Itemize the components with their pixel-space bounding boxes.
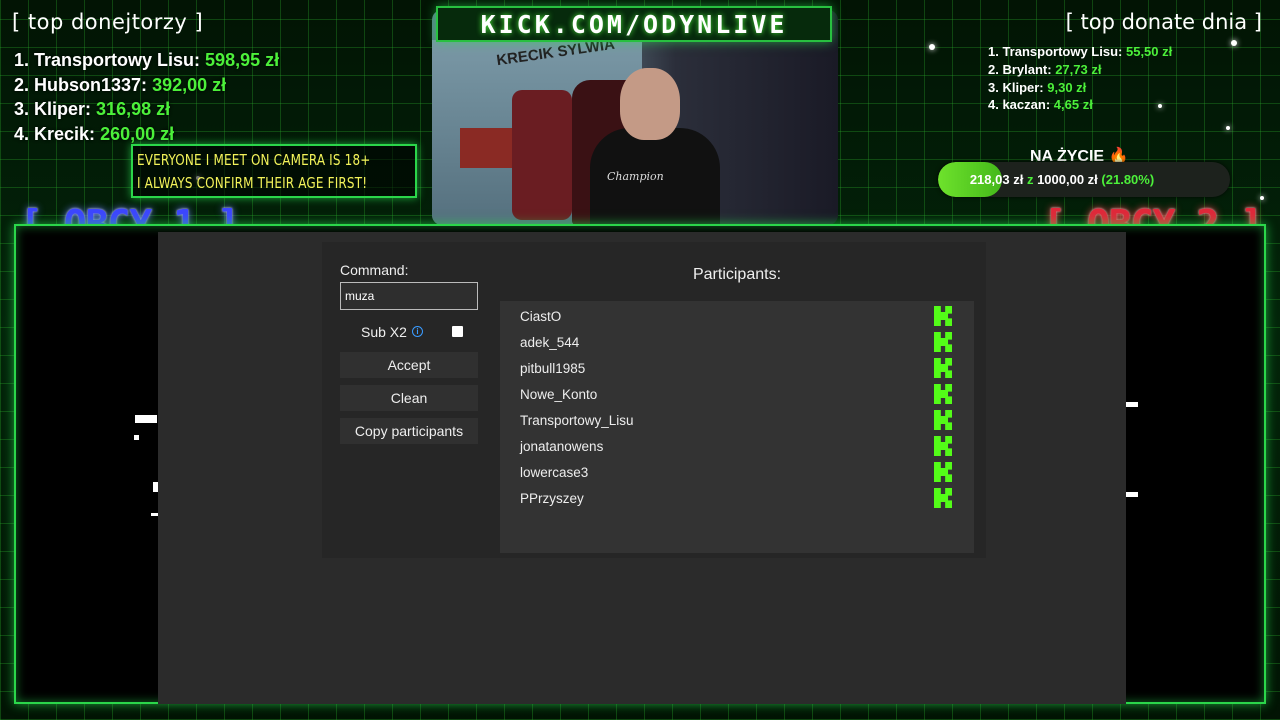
top-donate-day-list: 1. Transportowy Lisu: 55,50 zł 2. Brylan… xyxy=(988,43,1172,114)
participant-name: Nowe_Konto xyxy=(520,387,598,402)
donor-row: 3. Kliper: 316,98 zł xyxy=(14,97,279,122)
kick-icon xyxy=(934,358,952,378)
goal-current: 218,03 zł xyxy=(969,172,1024,187)
kick-icon xyxy=(934,436,952,456)
command-label: Command: xyxy=(340,262,409,278)
donor-name: 3. Kliper: xyxy=(14,99,92,119)
participants-title: Participants: xyxy=(692,266,782,283)
participant-name: lowercase3 xyxy=(520,465,589,480)
kick-icon xyxy=(934,306,952,326)
star-decoration xyxy=(1231,40,1237,46)
clean-button[interactable]: Clean xyxy=(340,385,478,411)
donate-amount: 55,50 zł xyxy=(1125,44,1173,59)
donate-name: 2. Brylant: xyxy=(988,61,1052,77)
donor-amount: 392,00 zł xyxy=(152,74,227,95)
glitch-decoration xyxy=(135,415,157,423)
participant-name: adek_544 xyxy=(520,335,580,350)
donate-name: 4. kaczan: xyxy=(988,97,1051,113)
kick-icon xyxy=(934,410,952,430)
donor-amount: 598,95 zł xyxy=(205,50,280,70)
donor-amount: 260,00 zł xyxy=(100,123,175,144)
top-donors-title: [ top donejtorzy ] xyxy=(12,10,204,34)
donor-amount: 316,98 zł xyxy=(96,99,171,119)
cam-shirt-logo: Champion xyxy=(607,170,664,183)
donate-amount: 9,30 zł xyxy=(1047,79,1087,95)
top-donors-list: 1. Transportowy Lisu: 598,95 zł 2. Hubso… xyxy=(14,48,279,146)
info-icon[interactable]: i xyxy=(412,326,423,337)
star-decoration xyxy=(1260,196,1264,200)
star-decoration xyxy=(1226,126,1230,130)
sub-x2-checkbox[interactable] xyxy=(452,326,463,337)
disclaimer-line-1: EVERYONE I MEET ON CAMERA IS 18+ xyxy=(137,151,371,169)
participant-name: CiastO xyxy=(520,309,562,324)
donate-amount: 27,73 zł xyxy=(1055,61,1102,77)
donate-row: 1. Transportowy Lisu: 55,50 zł xyxy=(988,43,1172,61)
donate-row: 3. Kliper: 9,30 zł xyxy=(988,79,1172,97)
kick-icon xyxy=(934,462,952,482)
command-input[interactable] xyxy=(340,282,478,310)
star-decoration xyxy=(929,44,935,50)
donor-name: 2. Hubson1337: xyxy=(14,74,148,95)
participant-name: pitbull1985 xyxy=(520,361,586,376)
donate-amount: 4,65 zł xyxy=(1053,97,1093,113)
sub-x2-label: Sub X2 xyxy=(361,324,407,340)
glitch-decoration xyxy=(134,435,139,440)
donor-row: 1. Transportowy Lisu: 598,95 zł xyxy=(14,48,279,73)
kick-icon xyxy=(934,384,952,404)
accept-button[interactable]: Accept xyxy=(340,352,478,378)
cam-object xyxy=(460,128,515,168)
copy-participants-button[interactable]: Copy participants xyxy=(340,418,478,444)
donor-row: 2. Hubson1337: 392,00 zł xyxy=(14,73,279,98)
sub-x2-row: Sub X2 i xyxy=(340,322,478,342)
participants-list: CiastO adek_544 pitbull1985 Nowe_Konto T… xyxy=(500,301,974,553)
participant-name: Transportowy_Lisu xyxy=(520,413,634,428)
participant-row: jonatanowens xyxy=(500,433,974,459)
top-donate-day-title: [ top donate dnia ] xyxy=(1065,10,1262,34)
kick-icon xyxy=(934,488,952,508)
participant-row: PPrzyszey xyxy=(500,485,974,511)
participant-row: adek_544 xyxy=(500,329,974,355)
participant-row: CiastO xyxy=(500,303,974,329)
donate-row: 4. kaczan: 4,65 zł xyxy=(988,96,1172,114)
disclaimer-line-2: I ALWAYS CONFIRM THEIR AGE FIRST! xyxy=(137,174,368,192)
cam-person-head xyxy=(620,68,680,140)
goal-percent: (21.80%) xyxy=(1101,172,1155,187)
channel-url: KICK.COM/ODYNLIVE xyxy=(480,9,788,39)
participant-row: Transportowy_Lisu xyxy=(500,407,974,433)
goal-progress-bar: 218,03 zł z 1000,00 zł (21.80%) xyxy=(938,162,1230,197)
age-disclaimer: EVERYONE I MEET ON CAMERA IS 18+ I ALWAY… xyxy=(131,144,417,198)
donor-name: 4. Krecik: xyxy=(14,123,96,144)
participant-row: Nowe_Konto xyxy=(500,381,974,407)
goal-sep: z xyxy=(1026,172,1034,187)
kick-icon xyxy=(934,332,952,352)
glitch-decoration xyxy=(1126,402,1138,407)
donor-row: 4. Krecik: 260,00 zł xyxy=(14,122,279,147)
cam-chair xyxy=(512,90,572,220)
donor-name: 1. Transportowy Lisu: xyxy=(14,50,201,70)
participant-name: PPrzyszey xyxy=(520,491,584,506)
channel-banner: KICK.COM/ODYNLIVE xyxy=(436,6,832,42)
glitch-decoration xyxy=(1126,492,1138,497)
participant-name: jonatanowens xyxy=(520,439,604,454)
webcam-feed: KRECIK SYLWIA Champion xyxy=(432,10,838,225)
donate-name: 3. Kliper: xyxy=(988,79,1044,95)
donate-row: 2. Brylant: 27,73 zł xyxy=(988,61,1172,79)
participant-row: pitbull1985 xyxy=(500,355,974,381)
donate-name: 1. Transportowy Lisu: xyxy=(988,44,1123,59)
participant-row: lowercase3 xyxy=(500,459,974,485)
goal-progress-text: 218,03 zł z 1000,00 zł (21.80%) xyxy=(938,162,1230,197)
goal-target: 1000,00 zł xyxy=(1037,172,1098,187)
